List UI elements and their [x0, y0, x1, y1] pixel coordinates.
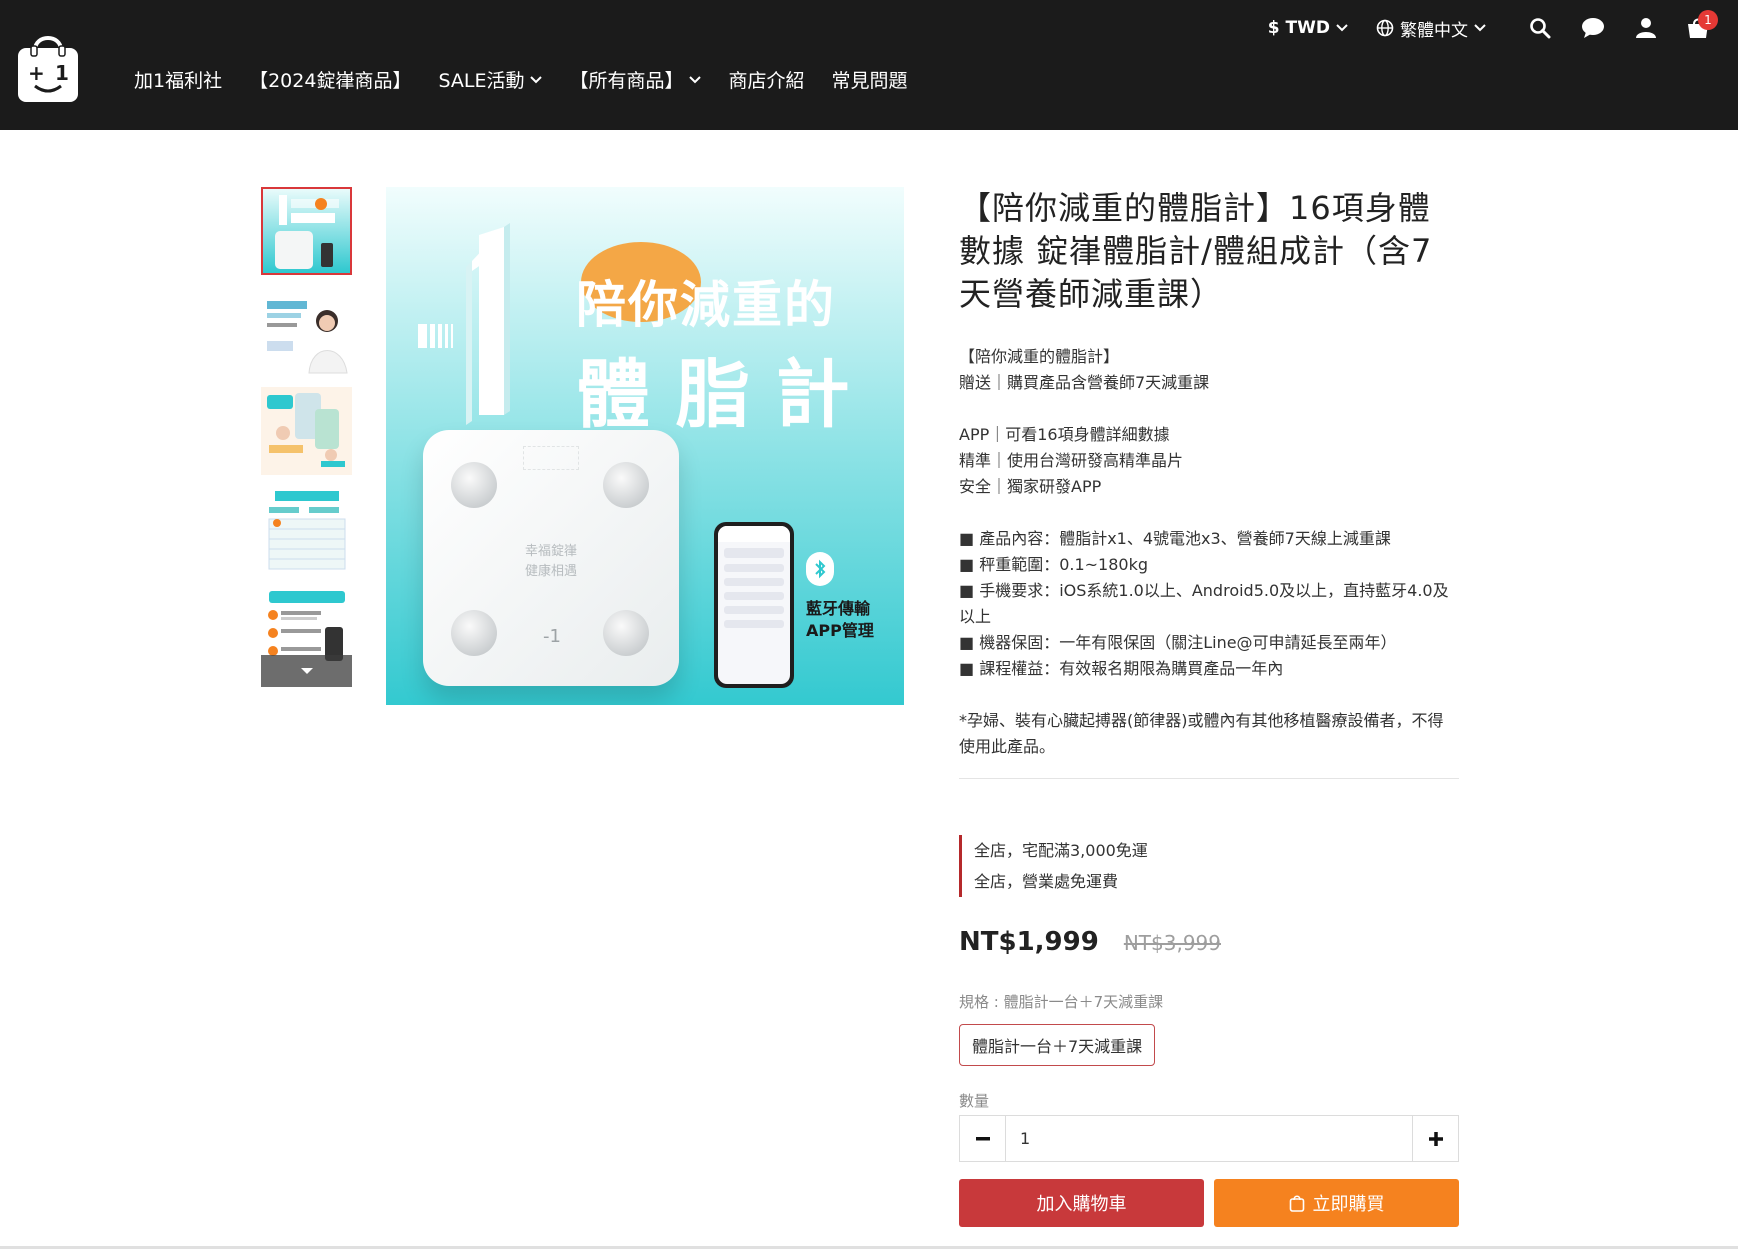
- add-to-cart-label: 加入購物車: [1036, 1194, 1127, 1215]
- description-line: 【陪你減重的體脂計】: [959, 347, 1120, 366]
- phone-illustration: [714, 522, 794, 688]
- quantity-input[interactable]: [1006, 1116, 1412, 1161]
- user-icon[interactable]: [1632, 14, 1660, 42]
- chat-icon[interactable]: [1579, 14, 1607, 42]
- nav-item-2024-products[interactable]: 【2024錠嵂商品】: [249, 66, 411, 93]
- description-line: ■ 秤重範圍：0.1~180kg: [959, 555, 1149, 574]
- description-line: 安全｜獨家研發APP: [959, 477, 1102, 496]
- currency-selector[interactable]: $ TWD: [1268, 18, 1348, 38]
- bluetooth-icon: [806, 552, 834, 586]
- price-row: NT$1,999 NT$3,999: [959, 927, 1459, 957]
- chevron-down-icon: [689, 73, 702, 87]
- quantity-stepper: [959, 1115, 1459, 1162]
- quantity-label: 數量: [959, 1092, 990, 1110]
- scale-text-2: 健康相遇: [524, 564, 577, 579]
- description-line: 贈送｜購買產品含營養師7天減重課: [959, 373, 1210, 392]
- globe-icon: [1376, 19, 1394, 37]
- nav-label: 【所有商品】: [569, 70, 684, 92]
- store-logo[interactable]: + 1: [15, 28, 81, 104]
- quantity-increase-button[interactable]: [1412, 1116, 1458, 1161]
- search-icon[interactable]: [1526, 14, 1554, 42]
- main-image-headline-1: 陪你減重的: [576, 276, 836, 334]
- promotion-item: 全店，宅配滿3,000免運: [974, 841, 1148, 860]
- main-product-image[interactable]: 陪你減重的 體 脂 計 幸福錠嵂 健康相遇 -1 藍牙傳輸 APP管理: [386, 187, 904, 705]
- thumbnail-2[interactable]: [261, 287, 352, 375]
- minus-icon: [975, 1136, 990, 1140]
- main-nav: 加1福利社 【2024錠嵂商品】 SALE活動 【所有商品】 商店介紹 常見問題: [134, 66, 935, 93]
- scale-text-1: 幸福錠嵂: [524, 544, 577, 559]
- plus-icon: [1428, 1131, 1443, 1146]
- add-to-cart-button[interactable]: 加入購物車: [959, 1179, 1204, 1227]
- product-info: 【陪你減重的體脂計】16項身體數據 錠嵂體脂計/體組成計（含7天營養師減重課） …: [959, 187, 1459, 1227]
- nav-item-about[interactable]: 商店介紹: [728, 66, 804, 93]
- thumbnail-gallery: —: [261, 187, 352, 687]
- thumbnail-3[interactable]: [261, 387, 352, 475]
- product-description: 【陪你減重的體脂計】 贈送｜購買產品含營養師7天減重課 APP｜可看16項身體詳…: [959, 344, 1459, 760]
- description-line: APP｜可看16項身體詳細數據: [959, 425, 1170, 444]
- currency-label: $ TWD: [1267, 18, 1330, 38]
- svg-text:+: +: [28, 61, 45, 85]
- action-buttons: 加入購物車 立即購買: [959, 1179, 1459, 1227]
- buy-now-label: 立即購買: [1312, 1194, 1385, 1215]
- nav-label: SALE活動: [438, 70, 525, 92]
- thumbnail-1[interactable]: [261, 187, 352, 275]
- bluetooth-badge-line-1: 藍牙傳輸: [806, 599, 871, 618]
- nav-label: 商店介紹: [728, 70, 805, 92]
- description-line: ■ 課程權益：有效報名期限為購買產品一年內: [959, 659, 1284, 678]
- spec-label: 規格 : 體脂計一台＋7天減重課: [959, 993, 1164, 1011]
- thumbnail-scroll-down-button[interactable]: [261, 655, 352, 687]
- spec-option-button[interactable]: 體脂計一台＋7天減重課: [959, 1024, 1156, 1066]
- description-line: *孕婦、裝有心臟起搏器(節律器)或體內有其他移植醫療設備者，不得使用此產品。: [959, 711, 1444, 756]
- nav-label: 常見問題: [831, 70, 908, 92]
- product-title: 【陪你減重的體脂計】16項身體數據 錠嵂體脂計/體組成計（含7天營養師減重課）: [959, 189, 1433, 313]
- sale-price: NT$1,999: [959, 927, 1099, 957]
- cart-count-badge: 1: [1698, 10, 1718, 30]
- svg-text:1: 1: [55, 61, 69, 85]
- nav-item-faq[interactable]: 常見問題: [832, 66, 908, 93]
- cart-icon[interactable]: 1: [1684, 10, 1718, 42]
- chevron-down-icon: [1336, 21, 1348, 35]
- original-price: NT$3,999: [1123, 931, 1221, 955]
- nav-item-all-products[interactable]: 【所有商品】: [569, 66, 702, 93]
- shopping-bag-icon: [1289, 1194, 1305, 1212]
- chevron-down-icon: [1474, 21, 1486, 35]
- description-line: ■ 機器保固：一年有限保固（關注Line@可申請延長至兩年）: [959, 633, 1397, 652]
- thumbnail-4[interactable]: —: [261, 487, 352, 575]
- header-utilities: $ TWD 繁體中文 1: [1268, 10, 1738, 42]
- promotion-list: 全店，宅配滿3,000免運 全店，營業處免運費: [959, 835, 1459, 897]
- nav-label: 【2024錠嵂商品】: [249, 70, 412, 92]
- description-line: ■ 產品內容：體脂計x1、4號電池x3、營養師7天線上減重課: [959, 529, 1391, 548]
- chevron-down-icon: [300, 668, 313, 674]
- divider: [959, 778, 1459, 779]
- language-label: 繁體中文: [1400, 20, 1468, 41]
- nav-label: 加1福利社: [134, 70, 223, 92]
- buy-now-button[interactable]: 立即購買: [1214, 1179, 1459, 1227]
- language-selector[interactable]: 繁體中文: [1376, 16, 1486, 41]
- description-line: 精準｜使用台灣研發高精準晶片: [959, 451, 1184, 470]
- bluetooth-badge-line-2: APP管理: [806, 621, 874, 640]
- nav-item-welfare[interactable]: 加1福利社: [134, 66, 222, 93]
- promotion-item: 全店，營業處免運費: [974, 872, 1119, 891]
- quantity-decrease-button[interactable]: [960, 1116, 1006, 1161]
- site-header: + 1 加1福利社 【2024錠嵂商品】 SALE活動 【所有商品】 商店介紹 …: [0, 0, 1738, 130]
- nav-item-sale[interactable]: SALE活動: [438, 66, 543, 93]
- chevron-down-icon: [530, 73, 543, 87]
- main-image-headline-2: 體 脂 計: [576, 352, 850, 438]
- scale-illustration: 幸福錠嵂 健康相遇 -1: [423, 430, 679, 686]
- description-line: ■ 手機要求：iOS系統1.0以上、Android5.0及以上，直持藍牙4.0及…: [959, 581, 1449, 626]
